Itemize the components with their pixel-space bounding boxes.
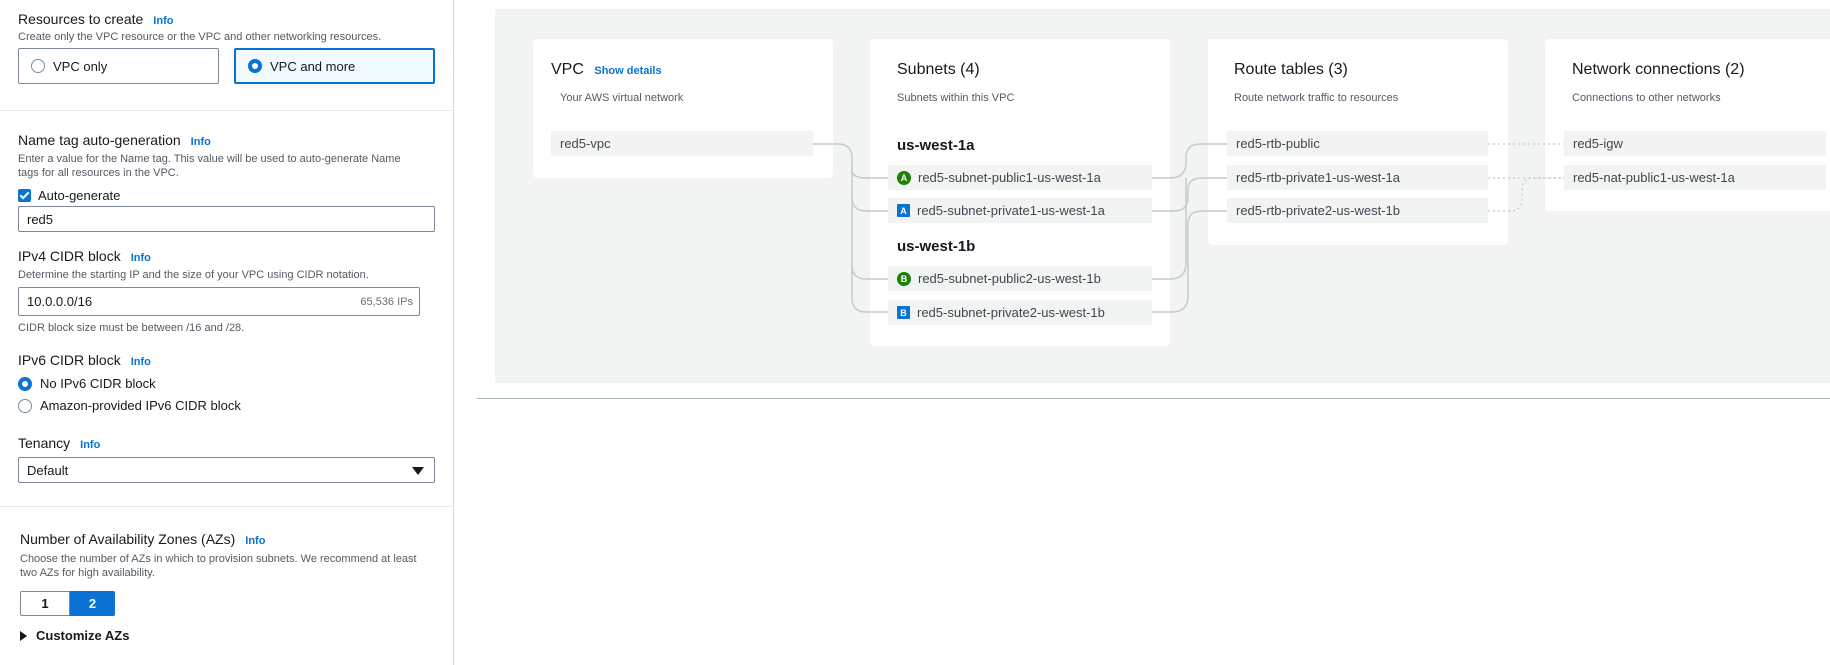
vpc-create-page: Resources to create Info Create only the …	[0, 0, 1830, 665]
link-vpc-public1	[813, 143, 888, 179]
link-public2-rtb	[1152, 178, 1187, 280]
link-public1-rtb	[1152, 143, 1227, 179]
link-vpc-private2	[851, 265, 888, 313]
link-private1-rtb	[1152, 177, 1227, 212]
diagram-connectors	[813, 143, 1564, 313]
link-rtb-nat2	[1488, 177, 1564, 212]
link-private2-rtb	[1152, 210, 1227, 313]
